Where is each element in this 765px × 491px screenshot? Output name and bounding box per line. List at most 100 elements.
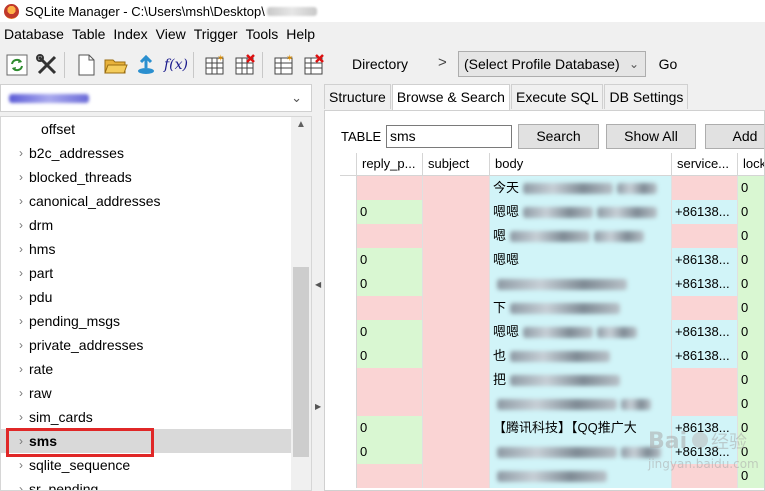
lock-cell[interactable]: 0 [738, 344, 764, 368]
chevron-right-icon[interactable]: › [19, 189, 23, 213]
table-row[interactable]: 0 [340, 392, 764, 416]
reply-path-cell[interactable] [357, 296, 423, 320]
tab-db-settings[interactable]: DB Settings [604, 84, 689, 109]
search-button[interactable]: Search [518, 124, 599, 149]
body-cell[interactable]: 把 [490, 368, 672, 392]
connect-tools-icon[interactable] [34, 52, 60, 78]
body-cell[interactable]: 也 [490, 344, 672, 368]
row-selector-cell[interactable] [340, 344, 357, 368]
table-row[interactable]: 0 +86138... 0 [340, 272, 764, 296]
add-button[interactable]: Add [705, 124, 764, 149]
subject-cell[interactable] [423, 440, 490, 464]
body-cell[interactable]: 嗯嗯 [490, 248, 672, 272]
create-table-icon[interactable]: ✶ [202, 52, 228, 78]
drop-table-icon[interactable] [232, 52, 258, 78]
body-cell[interactable]: 嗯嗯 [490, 320, 672, 344]
open-database-icon[interactable] [103, 52, 129, 78]
reply-path-cell[interactable] [357, 224, 423, 248]
service-center-cell[interactable] [672, 464, 738, 488]
table-row[interactable]: 把0 [340, 368, 764, 392]
row-selector-cell[interactable] [340, 224, 357, 248]
scroll-up-icon[interactable]: ▲ [296, 119, 306, 130]
reply-path-cell[interactable] [357, 392, 423, 416]
pane-splitter[interactable]: ◀ ▶ [312, 84, 322, 491]
lock-cell[interactable]: 0 [738, 176, 764, 200]
body-cell[interactable]: 【腾讯科技】【QQ推广大 [490, 416, 672, 440]
create-index-icon[interactable]: ✶ [271, 52, 297, 78]
chevron-right-icon[interactable]: › [19, 405, 23, 429]
row-selector-cell[interactable] [340, 368, 357, 392]
body-cell[interactable]: 嗯 [490, 224, 672, 248]
scrollbar-thumb[interactable] [293, 267, 309, 457]
tree-item[interactable]: › private_addresses [1, 333, 291, 357]
lock-cell[interactable]: 0 [738, 296, 764, 320]
body-cell[interactable] [490, 272, 672, 296]
row-selector-cell[interactable] [340, 176, 357, 200]
service-center-cell[interactable] [672, 368, 738, 392]
reply-path-cell[interactable]: 0 [357, 320, 423, 344]
reply-path-cell[interactable]: 0 [357, 416, 423, 440]
table-row[interactable]: 0 也 +86138... 0 [340, 344, 764, 368]
chevron-right-icon[interactable]: › [19, 165, 23, 189]
menu-tools[interactable]: Tools [242, 24, 283, 44]
subject-cell[interactable] [423, 368, 490, 392]
subject-cell[interactable] [423, 248, 490, 272]
body-cell[interactable] [490, 440, 672, 464]
menu-view[interactable]: View [152, 24, 190, 44]
row-selector-cell[interactable] [340, 200, 357, 224]
row-selector-cell[interactable] [340, 392, 357, 416]
subject-cell[interactable] [423, 320, 490, 344]
lock-cell[interactable]: 0 [738, 464, 764, 488]
table-row[interactable]: 嗯0 [340, 224, 764, 248]
service-center-cell[interactable] [672, 224, 738, 248]
tree-item[interactable]: › b2c_addresses [1, 141, 291, 165]
lock-cell[interactable]: 0 [738, 224, 764, 248]
chevron-right-icon[interactable]: › [19, 309, 23, 333]
chevron-right-icon[interactable]: › [19, 141, 23, 165]
table-row[interactable]: 0 嗯嗯 +86138... 0 [340, 320, 764, 344]
table-name-input[interactable]: sms [386, 125, 512, 148]
chevron-right-icon[interactable]: › [19, 357, 23, 381]
table-row[interactable]: 0 【腾讯科技】【QQ推广大 +86138... 0 [340, 416, 764, 440]
subject-cell[interactable] [423, 200, 490, 224]
row-selector-cell[interactable] [340, 272, 357, 296]
chevron-right-icon[interactable]: › [19, 261, 23, 285]
service-center-cell[interactable]: +86138... [672, 440, 738, 464]
body-cell[interactable] [490, 392, 672, 416]
lock-cell[interactable]: 0 [738, 200, 764, 224]
reply-path-cell[interactable]: 0 [357, 272, 423, 296]
column-header[interactable]: lock [738, 153, 764, 176]
body-cell[interactable] [490, 464, 672, 488]
tree-item[interactable]: › drm [1, 213, 291, 237]
lock-cell[interactable]: 0 [738, 416, 764, 440]
service-center-cell[interactable]: +86138... [672, 416, 738, 440]
row-selector-cell[interactable] [340, 320, 357, 344]
lock-cell[interactable]: 0 [738, 368, 764, 392]
subject-cell[interactable] [423, 464, 490, 488]
row-selector-cell[interactable] [340, 296, 357, 320]
chevron-right-icon[interactable]: › [19, 285, 23, 309]
drop-index-icon[interactable] [301, 52, 327, 78]
subject-cell[interactable] [423, 344, 490, 368]
tree-item[interactable]: › rate [1, 357, 291, 381]
refresh-icon[interactable] [4, 52, 30, 78]
chevron-right-icon[interactable]: › [19, 381, 23, 405]
reply-path-cell[interactable]: 0 [357, 248, 423, 272]
menu-help[interactable]: Help [282, 24, 319, 44]
lock-cell[interactable]: 0 [738, 320, 764, 344]
service-center-cell[interactable]: +86138... [672, 344, 738, 368]
attach-icon[interactable] [133, 52, 159, 78]
reply-path-cell[interactable]: 0 [357, 344, 423, 368]
reply-path-cell[interactable] [357, 464, 423, 488]
collapse-right-icon[interactable]: ▶ [315, 402, 321, 411]
profile-database-select[interactable]: (Select Profile Database) ⌄ [458, 51, 646, 77]
table-row[interactable]: 0 嗯嗯 +86138... 0 [340, 200, 764, 224]
menu-trigger[interactable]: Trigger [190, 24, 242, 44]
database-select[interactable]: ⌄ [0, 84, 312, 112]
table-row[interactable]: 0 [340, 464, 764, 488]
row-selector-cell[interactable] [340, 248, 357, 272]
body-cell[interactable]: 今天 [490, 176, 672, 200]
menu-index[interactable]: Index [109, 24, 151, 44]
tree-item[interactable]: › pending_msgs [1, 309, 291, 333]
tab-execute-sql[interactable]: Execute SQL [510, 84, 604, 109]
